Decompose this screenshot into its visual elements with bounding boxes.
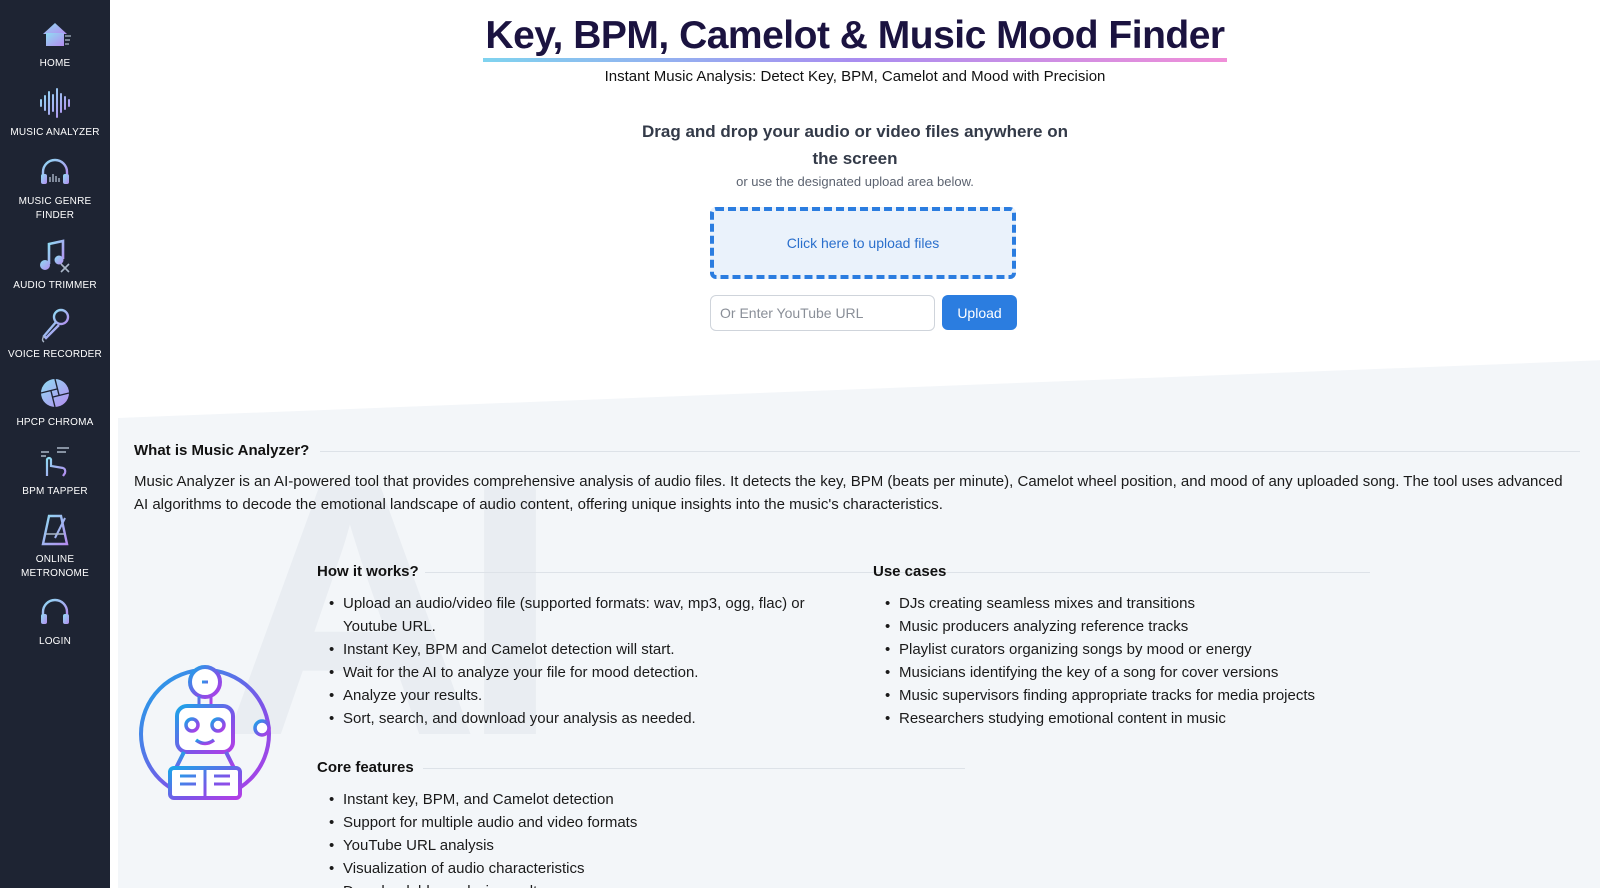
- sidebar-item-home[interactable]: HOME: [0, 14, 110, 71]
- page-subtitle: Instant Music Analysis: Detect Key, BPM,…: [604, 68, 1106, 85]
- sidebar-item-label: BPM TAPPER: [22, 486, 88, 497]
- sidebar-item-music-genre-finder[interactable]: MUSIC GENRE FINDER: [0, 152, 110, 223]
- sidebar-item-audio-trimmer[interactable]: AUDIO TRIMMER: [0, 236, 110, 293]
- sidebar-item-label: VOICE RECORDER: [8, 349, 102, 360]
- list-item: Researchers studying emotional content i…: [873, 707, 1393, 730]
- youtube-url-input[interactable]: [710, 295, 935, 331]
- list-item: Musicians identifying the key of a song …: [873, 661, 1393, 684]
- ai-robot-illustration: [136, 665, 271, 800]
- sidebar-item-online-metronome[interactable]: ONLINE METRONOME: [0, 510, 110, 581]
- tap-hand-icon: [41, 447, 69, 477]
- sidebar-item-label: HPCP CHROMA: [16, 417, 94, 428]
- sidebar-item-voice-recorder[interactable]: VOICE RECORDER: [0, 305, 110, 362]
- list-item: Analyze your results.: [317, 684, 817, 707]
- sidebar-item-label: MUSIC ANALYZER: [10, 127, 100, 138]
- main-content: Key, BPM, Camelot & Music Mood Finder In…: [110, 0, 1600, 888]
- how-it-works-heading: How it works?: [317, 563, 419, 580]
- chroma-wheel-icon: [40, 378, 70, 408]
- microphone-icon: [41, 308, 70, 343]
- drop-zone-title: Drag and drop your audio or video files …: [641, 122, 1068, 168]
- use-cases-divider: [952, 572, 1370, 573]
- upload-area-label: Click here to upload files: [786, 235, 940, 251]
- music-note-scissors-icon: [40, 239, 70, 273]
- list-item: Music supervisors finding appropriate tr…: [873, 684, 1393, 707]
- home-icon: [43, 23, 71, 46]
- sidebar-item-label: AUDIO TRIMMER: [13, 280, 97, 291]
- list-item: Music producers analyzing reference trac…: [873, 615, 1393, 638]
- sidebar-item-bpm-tapper[interactable]: BPM TAPPER: [0, 442, 110, 499]
- sidebar-item-label: ONLINE METRONOME: [21, 554, 89, 579]
- list-item: Instant Key, BPM and Camelot detection w…: [317, 638, 817, 661]
- core-features-divider: [423, 768, 965, 769]
- sidebar-item-label: MUSIC GENRE FINDER: [18, 196, 92, 221]
- metronome-icon: [41, 514, 69, 546]
- about-description: Music Analyzer is an AI-powered tool tha…: [134, 473, 1563, 513]
- use-cases-list: DJs creating seamless mixes and transiti…: [873, 592, 1393, 730]
- list-item: DJs creating seamless mixes and transiti…: [873, 592, 1393, 615]
- list-item: Upload an audio/video file (supported fo…: [317, 592, 817, 638]
- list-item: Visualization of audio characteristics: [317, 857, 817, 880]
- upload-button[interactable]: Upload: [942, 295, 1017, 330]
- core-features-heading: Core features: [317, 759, 414, 776]
- sidebar: HOME MUSIC ANALYZER MUSIC GENRE FINDER A…: [0, 0, 110, 888]
- list-item: Wait for the AI to analyze your file for…: [317, 661, 817, 684]
- about-heading: What is Music Analyzer?: [134, 442, 310, 459]
- core-features-list: Instant key, BPM, and Camelot detection …: [317, 788, 817, 888]
- waveform-icon: [40, 88, 70, 118]
- sidebar-item-label: HOME: [39, 58, 71, 69]
- list-item: Downloadable analysis results: [317, 880, 817, 888]
- how-it-works-list: Upload an audio/video file (supported fo…: [317, 592, 817, 730]
- list-item: Playlist curators organizing songs by mo…: [873, 638, 1393, 661]
- headphones-search-icon: [41, 158, 69, 184]
- upload-drop-area[interactable]: Click here to upload files: [710, 207, 1016, 279]
- list-item: Support for multiple audio and video for…: [317, 811, 817, 834]
- sidebar-item-label: LOGIN: [38, 636, 72, 647]
- drop-zone-hint: or use the designated upload area below.: [736, 174, 974, 189]
- sidebar-item-login[interactable]: LOGIN: [0, 592, 110, 649]
- sidebar-item-music-analyzer[interactable]: MUSIC ANALYZER: [0, 83, 110, 140]
- list-item: Instant key, BPM, and Camelot detection: [317, 788, 817, 811]
- use-cases-heading: Use cases: [873, 563, 947, 580]
- headphones-login-icon: [41, 598, 69, 624]
- list-item: Sort, search, and download your analysis…: [317, 707, 817, 730]
- sidebar-item-hpcp-chroma[interactable]: HPCP CHROMA: [0, 373, 110, 430]
- about-divider: [320, 451, 1580, 452]
- list-item: YouTube URL analysis: [317, 834, 817, 857]
- page-title: Key, BPM, Camelot & Music Mood Finder: [110, 12, 1600, 62]
